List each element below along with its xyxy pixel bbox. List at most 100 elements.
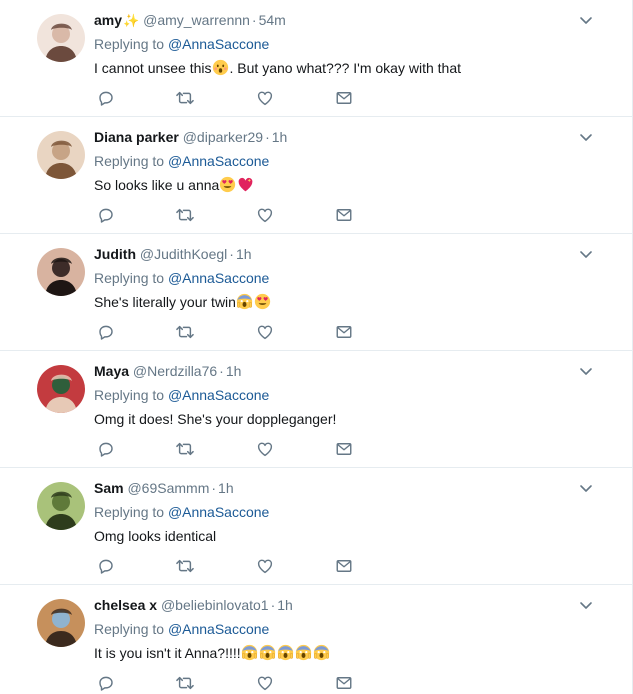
heart-eyes-face-emoji [254,293,271,310]
chevron-down-icon[interactable] [578,363,594,379]
replying-to-label: Replying to [94,387,165,403]
tweet-timestamp[interactable]: 1h [236,246,252,262]
user-handle[interactable]: @beliebinlovato1 [161,597,269,613]
tweet-reply[interactable]: chelsea x @beliebinlovato1 · 1h Replying t… [0,585,632,694]
reply-mention-link[interactable]: @AnnaSaccone [168,387,269,403]
reply-icon[interactable] [96,88,116,108]
retweet-icon[interactable] [175,556,195,576]
reply-context: Replying to @AnnaSaccone [94,269,592,287]
heart-icon[interactable] [255,205,275,225]
reply-mention-link[interactable]: @AnnaSaccone [168,504,269,520]
heart-icon[interactable] [255,673,275,693]
user-handle[interactable]: @69Sammm [127,480,209,496]
reply-mention-link[interactable]: @AnnaSaccone [168,621,269,637]
tweet-text-body: I cannot unsee this [94,60,212,76]
heart-icon[interactable] [255,322,275,342]
tweet-actions [94,205,374,225]
envelope-icon[interactable] [334,556,354,576]
tweet-reply[interactable]: amy✨ @amy_warrennn · 54m Replying to @Anna… [0,0,632,117]
user-fullname[interactable]: Judith [94,246,136,262]
tweet-reply[interactable]: Judith @JudithKoegl · 1h Replying to @Anna… [0,234,632,351]
tweet-reply[interactable]: Diana parker @diparker29 · 1h Replying to … [0,117,632,234]
reply-icon[interactable] [96,322,116,342]
envelope-icon[interactable] [334,673,354,693]
separator-dot: · [251,12,257,28]
heart-icon[interactable] [255,439,275,459]
replying-to-label: Replying to [94,504,165,520]
screaming-face-emoji [236,293,253,310]
separator-dot: · [265,129,270,145]
envelope-icon[interactable] [334,88,354,108]
user-fullname[interactable]: amy [94,12,122,28]
tweet-content: Maya @Nerdzilla76 · 1h Replying to @AnnaSa… [94,362,592,428]
retweet-icon[interactable] [175,673,195,693]
user-handle[interactable]: @JudithKoegl [140,246,227,262]
tweet-header: amy✨ @amy_warrennn · 54m [94,11,592,29]
reply-icon[interactable] [96,556,116,576]
replying-to-label: Replying to [94,36,165,52]
avatar[interactable] [37,248,85,296]
envelope-icon[interactable] [334,322,354,342]
screaming-face-emoji [259,644,276,661]
sparkling-heart-emoji [237,176,254,193]
user-fullname[interactable]: Sam [94,480,124,496]
separator-dot: · [211,480,217,496]
separator-dot: · [219,363,224,379]
reply-icon[interactable] [96,205,116,225]
tweet-text-body: Omg looks identical [94,528,217,544]
tweet-text: She's literally your twin [94,293,592,311]
tweet-header: Maya @Nerdzilla76 · 1h [94,362,592,380]
tweet-text-tail: . But yano what??? I'm okay with that [229,60,461,76]
retweet-icon[interactable] [175,322,195,342]
reply-context: Replying to @AnnaSaccone [94,35,592,53]
reply-mention-link[interactable]: @AnnaSaccone [168,36,269,52]
user-handle[interactable]: @diparker29 [183,129,263,145]
tweet-text: I cannot unsee this . But yano what??? I… [94,59,592,77]
user-handle[interactable]: @amy_warrennn [143,12,250,28]
avatar[interactable] [37,482,85,530]
heart-icon[interactable] [255,556,275,576]
avatar[interactable] [37,599,85,647]
chevron-down-icon[interactable] [578,12,594,28]
tweet-text-body: She's literally your twin [94,294,236,310]
avatar[interactable] [37,131,85,179]
reply-icon[interactable] [96,439,116,459]
replying-to-label: Replying to [94,270,165,286]
tweet-timestamp[interactable]: 1h [226,363,242,379]
reply-icon[interactable] [96,673,116,693]
heart-icon[interactable] [255,88,275,108]
tweet-text-body: So looks like u anna [94,177,220,193]
user-fullname[interactable]: chelsea x [94,597,157,613]
reply-mention-link[interactable]: @AnnaSaccone [168,153,269,169]
tweet-reply[interactable]: Maya @Nerdzilla76 · 1h Replying to @AnnaSa… [0,351,632,468]
avatar[interactable] [37,14,85,62]
tweet-content: Judith @JudithKoegl · 1h Replying to @Anna… [94,245,592,311]
user-fullname[interactable]: Diana parker [94,129,179,145]
tweet-timestamp[interactable]: 1h [272,129,288,145]
tweet-timestamp[interactable]: 1h [218,480,234,496]
separator-dot: · [270,597,276,613]
tweet-timestamp[interactable]: 54m [259,12,286,28]
reply-context: Replying to @AnnaSaccone [94,152,592,170]
chevron-down-icon[interactable] [578,480,594,496]
envelope-icon[interactable] [334,205,354,225]
avatar[interactable] [37,365,85,413]
reply-mention-link[interactable]: @AnnaSaccone [168,270,269,286]
tweet-header: Judith @JudithKoegl · 1h [94,245,592,263]
chevron-down-icon[interactable] [578,246,594,262]
user-fullname[interactable]: Maya [94,363,129,379]
tweet-reply[interactable]: Sam @69Sammm · 1h Replying to @AnnaSaccone… [0,468,632,585]
tweet-actions [94,673,374,693]
tweet-content: Sam @69Sammm · 1h Replying to @AnnaSaccone… [94,479,592,545]
retweet-icon[interactable] [175,88,195,108]
envelope-icon[interactable] [334,439,354,459]
user-handle[interactable]: @Nerdzilla76 [133,363,217,379]
tweet-text-body: Omg it does! She's your doppleganger! [94,411,337,427]
replying-to-label: Replying to [94,153,165,169]
chevron-down-icon[interactable] [578,597,594,613]
retweet-icon[interactable] [175,439,195,459]
chevron-down-icon[interactable] [578,129,594,145]
replying-to-label: Replying to [94,621,165,637]
retweet-icon[interactable] [175,205,195,225]
tweet-timestamp[interactable]: 1h [277,597,293,613]
